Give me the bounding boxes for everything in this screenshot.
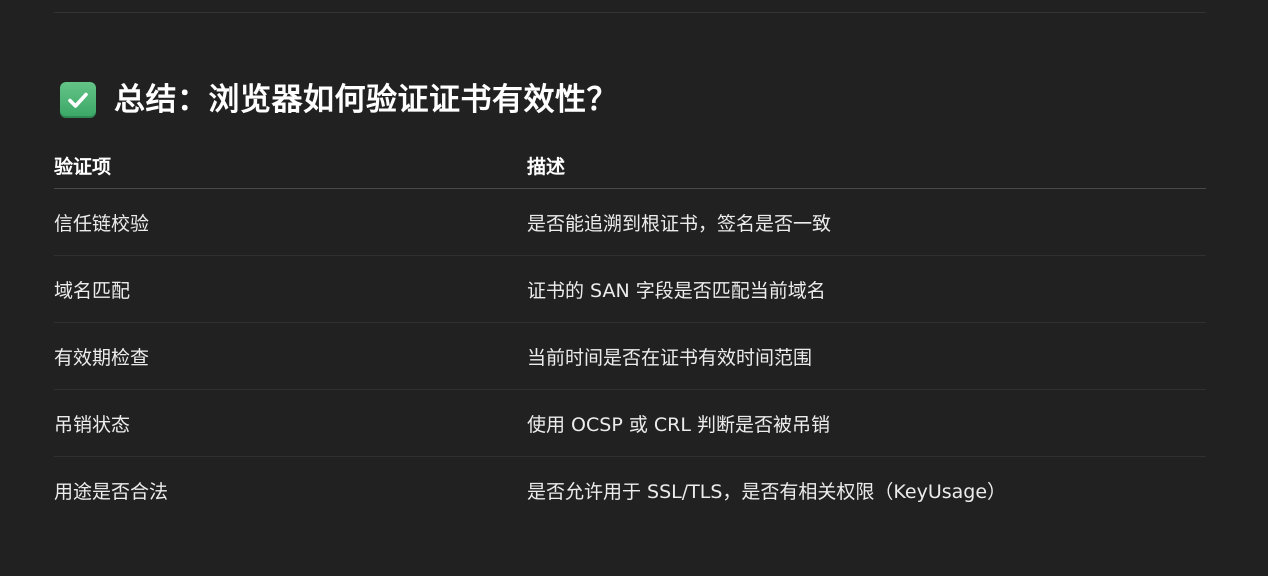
table-row: 有效期检查 当前时间是否在证书有效时间范围 [54,322,1206,390]
table-row: 吊销状态 使用 OCSP 或 CRL 判断是否被吊销 [54,389,1206,457]
table-row: 信任链校验 是否能追溯到根证书，签名是否一致 [54,188,1206,256]
top-divider [54,12,1206,13]
verification-item: 域名匹配 [54,255,527,323]
check-mark-button-icon [60,82,96,118]
header-verification-item: 验证项 [54,142,527,189]
description: 是否允许用于 SSL/TLS，是否有相关权限（KeyUsage） [527,480,1007,503]
verification-item: 用途是否合法 [54,480,169,503]
verification-item: 信任链校验 [54,188,527,256]
section-heading: 总结：浏览器如何验证证书有效性？ [60,78,618,122]
verification-item: 有效期检查 [54,322,527,390]
description: 当前时间是否在证书有效时间范围 [527,322,1206,390]
page: 总结：浏览器如何验证证书有效性？ 验证项 描述 信任链校验 是否能追溯到根证书，… [0,0,1268,576]
description: 是否能追溯到根证书，签名是否一致 [527,188,1206,256]
table-header-row: 验证项 描述 [54,142,1206,189]
description: 证书的 SAN 字段是否匹配当前域名 [527,255,1206,323]
table-row: 用途是否合法 是否允许用于 SSL/TLS，是否有相关权限（KeyUsage） [54,457,1206,524]
verification-item: 吊销状态 [54,389,527,457]
table-row: 域名匹配 证书的 SAN 字段是否匹配当前域名 [54,255,1206,323]
verification-table: 验证项 描述 信任链校验 是否能追溯到根证书，签名是否一致 域名匹配 证书的 S… [54,142,1206,523]
header-description: 描述 [527,142,1206,189]
section-title: 总结：浏览器如何验证证书有效性？ [114,81,618,118]
description: 使用 OCSP 或 CRL 判断是否被吊销 [527,389,1206,457]
